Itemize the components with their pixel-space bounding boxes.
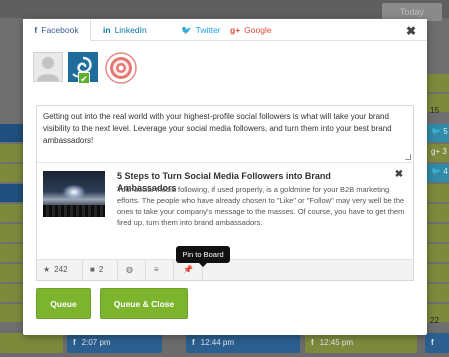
event-bar[interactable] <box>427 184 449 202</box>
pin-to-board-button[interactable]: 📌 <box>183 260 193 280</box>
stack-button[interactable]: ≡ <box>154 260 163 280</box>
target-logo-icon <box>105 52 137 84</box>
queue-and-close-button[interactable]: Queue & Close <box>100 288 188 319</box>
star-icon: ★ <box>43 265 51 274</box>
globe-button[interactable]: ◍ <box>126 260 137 280</box>
tab-label: Google <box>244 25 272 35</box>
tab-twitter[interactable]: 🐦 Twitter <box>181 19 221 41</box>
event-bar[interactable] <box>0 184 23 202</box>
twitter-icon: 🐦 <box>181 25 192 35</box>
event-bar[interactable] <box>0 304 23 322</box>
event-item[interactable]: f 12:44 pm <box>186 333 300 353</box>
globe-icon: ◍ <box>126 265 133 274</box>
event-item-right[interactable]: 🐦 4 <box>427 164 449 180</box>
calendar-column-left <box>0 18 23 357</box>
facebook-icon: f <box>311 338 314 347</box>
modal-close-button[interactable]: ✖ <box>404 24 418 38</box>
day-number: 22 <box>430 316 439 325</box>
event-bar[interactable] <box>427 74 449 92</box>
tab-label: Twitter <box>195 25 221 35</box>
network-tabs: f Facebook in LinkedIn 🐦 Twitter g+ Google ✖ <box>23 19 427 42</box>
shares-count: ★ 242 <box>43 265 68 274</box>
google-icon: g+ <box>431 147 443 156</box>
queue-button[interactable]: Queue <box>36 288 91 319</box>
facebook-icon: f <box>431 338 434 347</box>
facebook-icon: f <box>192 338 195 347</box>
compose-modal: f Facebook in LinkedIn 🐦 Twitter g+ Google ✖ <box>23 19 427 335</box>
comments-count: ■ 2 <box>90 265 104 274</box>
event-item[interactable]: f <box>425 333 449 353</box>
day-number: 15 <box>430 106 439 115</box>
twitter-icon: 🐦 <box>431 127 444 136</box>
profile-avatar-target[interactable] <box>105 52 137 84</box>
selected-check-icon: ✔ <box>78 72 90 84</box>
event-bar[interactable] <box>0 264 23 282</box>
event-bar[interactable] <box>0 284 23 302</box>
linkedin-icon: in <box>103 25 111 35</box>
event-bar[interactable] <box>0 244 23 262</box>
event-bar[interactable] <box>427 264 449 282</box>
message-textarea[interactable]: Getting out into the real world with you… <box>36 105 414 162</box>
event-bar[interactable] <box>427 204 449 222</box>
pin-icon: 📌 <box>183 265 193 274</box>
event-bar[interactable] <box>0 164 23 182</box>
event-bar[interactable] <box>427 224 449 242</box>
stack-icon: ≡ <box>154 265 159 274</box>
comment-icon: ■ <box>90 265 95 274</box>
event-item-right[interactable]: 🐦 5 <box>427 124 449 140</box>
event-bar[interactable] <box>0 144 23 162</box>
event-bar[interactable] <box>427 284 449 302</box>
tab-label: LinkedIn <box>114 25 147 35</box>
tab-google[interactable]: g+ Google <box>230 19 272 41</box>
remove-preview-button[interactable]: ✖ <box>393 169 405 181</box>
tab-label: Facebook <box>41 25 79 35</box>
preview-description: Your social media following, if used pro… <box>117 185 405 227</box>
user-silhouette-icon <box>37 57 59 81</box>
event-item[interactable]: f 12:45 pm <box>305 333 417 353</box>
tab-facebook[interactable]: f Facebook <box>23 19 91 42</box>
event-bar[interactable] <box>0 204 23 222</box>
twitter-icon: 🐦 <box>431 167 444 176</box>
preview-thumbnail <box>43 171 105 217</box>
message-text: Getting out into the real world with you… <box>43 112 392 145</box>
facebook-icon: f <box>34 25 38 35</box>
event-bar[interactable] <box>0 333 63 353</box>
event-bar[interactable] <box>427 244 449 262</box>
calendar-column-right <box>427 18 449 357</box>
resize-handle[interactable] <box>405 154 411 160</box>
pin-tooltip: Pin to Board <box>176 246 230 267</box>
tab-linkedin[interactable]: in LinkedIn <box>103 19 147 41</box>
facebook-icon: f <box>73 338 76 347</box>
event-bar[interactable] <box>0 124 23 142</box>
event-item-right[interactable]: g+ 3 <box>427 144 449 160</box>
event-item[interactable]: f 2:07 pm <box>67 333 162 353</box>
google-plus-icon: g+ <box>230 25 241 35</box>
event-bar[interactable] <box>0 224 23 242</box>
profile-avatar-default[interactable] <box>33 52 63 82</box>
